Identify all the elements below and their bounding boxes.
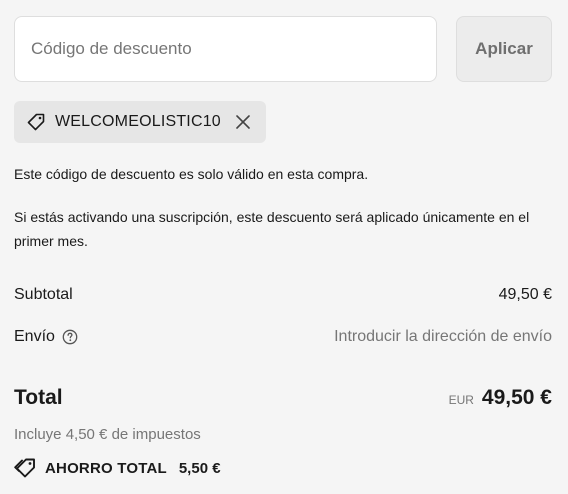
discount-note: Este código de descuento es solo válido … [14,166,369,182]
question-circle-icon[interactable] [62,329,78,345]
total-label: Total [14,386,63,409]
order-summary-panel: Aplicar WELCOMEOLISTIC10 Este código de … [0,0,568,494]
taxes-note: Incluye 4,50 € de impuestos [14,426,201,443]
shipping-value: Introducir la dirección de envío [334,328,552,345]
total-row: Total EUR 49,50 € [14,383,552,413]
currency-code: EUR [448,393,474,407]
tag-icon [26,112,46,132]
close-icon [236,115,250,129]
discount-code-label: WELCOMEOLISTIC10 [55,113,221,130]
savings-label: AHORRO TOTAL [45,459,167,477]
total-amount-group: EUR 49,50 € [449,386,552,410]
shipping-row: Envío Introducir la dirección de envío [14,325,552,349]
subtotal-value: 49,50 € [498,286,552,303]
tag-icon [14,458,35,478]
remove-discount-button[interactable] [232,111,254,133]
discount-code-input[interactable] [14,16,437,82]
savings-value: 5,50 € [178,459,221,477]
shipping-label: Envío [14,328,55,345]
discount-form: Aplicar [14,16,552,82]
subscription-note: Si estás activando una suscripción, este… [14,209,530,249]
total-savings: AHORRO TOTAL 5,50 € [14,458,221,478]
subtotal-row: Subtotal 49,50 € [14,283,552,307]
total-value: 49,50 € [481,386,552,409]
applied-discount-tag: WELCOMEOLISTIC10 [14,101,266,143]
subtotal-label: Subtotal [14,286,73,303]
apply-button[interactable]: Aplicar [456,16,552,82]
shipping-label-group: Envío [14,328,78,346]
